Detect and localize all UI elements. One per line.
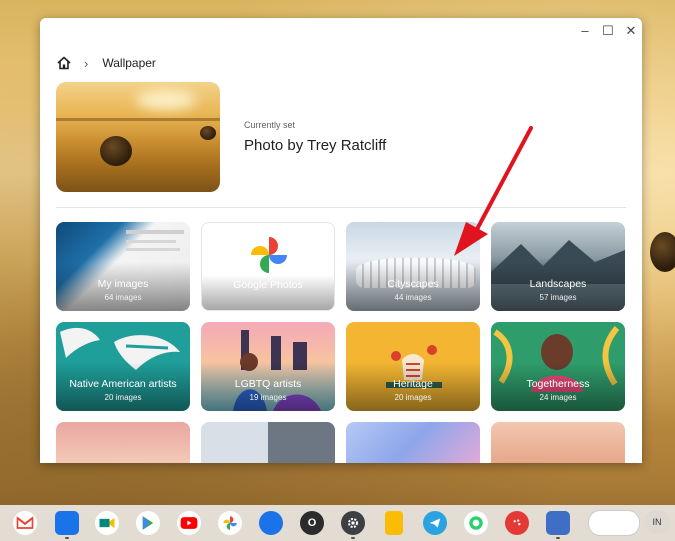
- language-indicator[interactable]: IN: [644, 510, 670, 534]
- photos-icon[interactable]: [218, 511, 242, 535]
- settings-icon[interactable]: [341, 511, 365, 535]
- meet-icon[interactable]: [95, 511, 119, 535]
- collection-row3-4[interactable]: [491, 422, 625, 463]
- files-icon[interactable]: [55, 511, 79, 535]
- tile-count: 20 images: [394, 393, 432, 402]
- telegram-icon[interactable]: [423, 511, 447, 535]
- divider: [56, 207, 626, 208]
- collection-row3-2[interactable]: [201, 422, 335, 463]
- close-button[interactable]: ✕: [622, 22, 640, 40]
- messages-icon[interactable]: [259, 511, 283, 535]
- tile-label: LGBTQ artists: [234, 378, 302, 390]
- collection-lgbtq-artists[interactable]: LGBTQ artists 19 images: [201, 322, 335, 411]
- wallpaper-window: – ☐ ✕ › Wallpaper Currently set Photo by…: [40, 18, 642, 463]
- whatsapp-icon[interactable]: [464, 511, 488, 535]
- collection-my-images[interactable]: My images 64 images: [56, 222, 190, 311]
- tile-label: My images: [97, 278, 149, 290]
- youtube-icon[interactable]: [177, 511, 201, 535]
- minimize-button[interactable]: –: [576, 22, 594, 40]
- collection-heritage[interactable]: Heritage 20 images: [346, 322, 480, 411]
- collection-native-american-artists[interactable]: Native American artists 20 images: [56, 322, 190, 411]
- tile-label: Heritage: [393, 378, 433, 390]
- breadcrumb: › Wallpaper: [56, 54, 156, 72]
- collection-cityscapes[interactable]: Cityscapes 44 images: [346, 222, 480, 311]
- collection-landscapes[interactable]: Landscapes 57 images: [491, 222, 625, 311]
- page-title: Wallpaper: [102, 56, 156, 70]
- tile-label: Google Photos: [233, 279, 303, 291]
- tile-count: 19 images: [249, 393, 287, 402]
- current-wallpaper-title: Photo by Trey Ratcliff: [244, 137, 387, 154]
- collection-google-photos[interactable]: Google Photos: [201, 222, 335, 311]
- tile-count: 64 images: [104, 293, 142, 302]
- wallpaper-rock: [650, 232, 675, 272]
- tile-label: Togetherness: [526, 378, 590, 390]
- maximize-button[interactable]: ☐: [599, 22, 617, 40]
- play-store-icon[interactable]: [136, 511, 160, 535]
- tile-label: Cityscapes: [387, 278, 439, 290]
- status-area[interactable]: [588, 510, 640, 536]
- tile-count: 20 images: [104, 393, 142, 402]
- gmail-icon[interactable]: [13, 511, 37, 535]
- keep-icon[interactable]: [385, 511, 403, 535]
- collection-togetherness[interactable]: Togetherness 24 images: [491, 322, 625, 411]
- currently-set-label: Currently set: [244, 120, 296, 130]
- tile-count: 44 images: [394, 293, 432, 302]
- chevron-right-icon: ›: [84, 55, 89, 71]
- o-app-icon[interactable]: O: [300, 511, 324, 535]
- tile-label: Native American artists: [69, 378, 177, 390]
- wallpaper-app-icon[interactable]: [546, 511, 570, 535]
- collection-row3-3[interactable]: [346, 422, 480, 463]
- current-wallpaper-preview: [56, 82, 220, 192]
- collection-row3-1[interactable]: [56, 422, 190, 463]
- palette-icon[interactable]: [505, 511, 529, 535]
- google-photos-icon: [251, 237, 287, 273]
- home-icon[interactable]: [56, 55, 72, 71]
- tile-count: 57 images: [539, 293, 577, 302]
- tile-count: 24 images: [539, 393, 577, 402]
- tile-label: Landscapes: [529, 278, 587, 290]
